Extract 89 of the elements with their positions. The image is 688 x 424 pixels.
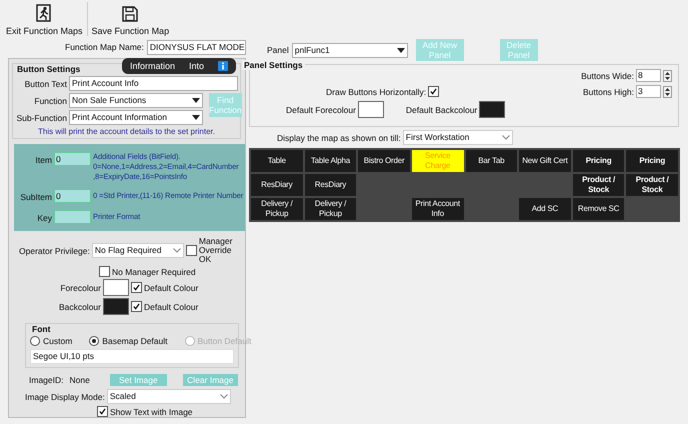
radio-button[interactable]	[89, 336, 100, 346]
colour-swatch[interactable]	[103, 298, 129, 315]
map-button[interactable]: Remove SC	[572, 198, 624, 220]
field-label: Operator Privilege:	[19, 246, 90, 256]
font-field[interactable]: Segoe UI,10 pts	[30, 349, 234, 364]
map-button[interactable]: Add SC	[519, 198, 571, 220]
checkbox-label: Show Text with Image	[110, 406, 193, 416]
map-button[interactable]: Pricing	[626, 150, 678, 172]
privilege-dropdown[interactable]: No Flag Required	[92, 243, 184, 258]
map-button[interactable]: ResDiary	[251, 174, 303, 196]
checkbox-label: Manager Override OK	[198, 237, 234, 264]
chevron-icon	[502, 135, 510, 140]
checkbox[interactable]	[97, 406, 108, 417]
field-label: Item	[34, 154, 52, 164]
checkbox[interactable]	[131, 282, 142, 293]
map-button[interactable]: ResDiary	[304, 174, 356, 196]
sub-function-dropdown[interactable]: Print Account Information	[69, 110, 203, 125]
buttons-wide-field[interactable]: 8	[636, 69, 661, 82]
field-label: Sub-Function	[15, 112, 67, 122]
field-label: Buttons Wide:	[581, 70, 634, 80]
spinner-icon[interactable]	[663, 70, 672, 82]
colour-swatch[interactable]	[358, 101, 384, 118]
info-icon	[218, 61, 228, 71]
tooltip-item[interactable]: Into	[189, 61, 204, 71]
toolbar-button[interactable]: Exit Function Maps	[2, 0, 87, 38]
caret-icon	[396, 48, 405, 52]
group-title: Button Settings	[15, 64, 82, 74]
radio-label: Basemap Default	[102, 336, 168, 346]
chevron-icon	[172, 248, 181, 253]
map-button[interactable]: Bar Tab	[466, 150, 518, 172]
map-button[interactable]: Print Account Info	[412, 198, 464, 220]
field-label: Key	[36, 212, 52, 222]
field-label: Default Forecolour	[286, 104, 356, 114]
value-field[interactable]: 0	[54, 188, 91, 202]
field-label: SubItem	[19, 192, 52, 202]
colour-swatch[interactable]	[479, 101, 506, 118]
chevron-icon	[220, 394, 228, 399]
field-label: ImageID:	[29, 375, 64, 385]
radio-label: Custom	[43, 336, 72, 346]
value-field[interactable]: 0	[54, 152, 91, 166]
panel-dropdown[interactable]: pnlFunc1	[292, 42, 408, 58]
caret-icon	[192, 98, 200, 103]
field-label: Backcolour	[58, 302, 101, 312]
function-dropdown[interactable]: Non Sale Functions	[69, 93, 203, 108]
tooltip-item[interactable]: Information	[130, 61, 176, 71]
checkbox[interactable]	[186, 245, 197, 256]
image-id-value: None	[70, 375, 90, 385]
map-button[interactable]: Table	[251, 150, 303, 172]
field-label: Function	[33, 96, 67, 106]
field-label: Panel	[267, 45, 289, 55]
field-label: Button Text	[24, 78, 67, 88]
field-label: Buttons High:	[582, 86, 634, 96]
map-button[interactable]: Table Alpha	[304, 150, 356, 172]
field-label: Default Backcolour	[406, 104, 478, 114]
map-name-field[interactable]: DIONYSUS FLAT MODE	[146, 40, 246, 54]
map-button[interactable]: Bistro Order	[358, 150, 410, 172]
group-title: Panel Settings	[242, 60, 305, 70]
checkbox-label: Default Colour	[144, 282, 198, 292]
map-button[interactable]: New Gift Cert	[519, 150, 571, 172]
colour-swatch[interactable]	[103, 279, 129, 296]
checkbox-label: Default Colour	[144, 302, 198, 312]
button-text-field[interactable]: Print Account Info	[69, 76, 238, 91]
checkbox[interactable]	[99, 266, 110, 277]
workstation-dropdown[interactable]: First Workstation	[402, 130, 513, 145]
group-title: Font	[30, 324, 52, 334]
value-field[interactable]	[54, 210, 91, 224]
display-mode-dropdown[interactable]: Scaled	[106, 389, 231, 404]
map-button[interactable]: Product / Stock	[572, 174, 624, 196]
running-figure-icon	[36, 4, 52, 22]
field-label: Forecolour	[59, 282, 101, 292]
spinner-icon[interactable]	[663, 86, 672, 98]
radio-button[interactable]	[30, 336, 40, 346]
save-icon	[122, 6, 138, 22]
buttons-high-field[interactable]: 3	[636, 85, 661, 98]
checkbox-label: No Manager Required	[112, 266, 196, 276]
checkbox[interactable]	[131, 301, 142, 312]
field-label: Display the map as shown on till:	[277, 132, 401, 142]
field-label: Function Map Name:	[65, 42, 144, 52]
toolbar-button[interactable]: Save Function Map	[88, 0, 174, 38]
description-text: This will print the account details to the set printer.	[37, 127, 216, 136]
radio-label: Button Default	[198, 336, 252, 346]
caret-icon	[192, 115, 200, 120]
map-button[interactable]: Delivery / Pickup	[304, 198, 356, 220]
field-label: Draw Buttons Horizontally:	[326, 86, 426, 96]
map-button[interactable]: Pricing	[572, 150, 624, 172]
map-button[interactable]: Delivery / Pickup	[251, 198, 303, 220]
field-label: Image Display Mode:	[25, 392, 105, 402]
checkbox[interactable]	[428, 86, 440, 97]
map-button[interactable]: Product / Stock	[626, 174, 678, 196]
